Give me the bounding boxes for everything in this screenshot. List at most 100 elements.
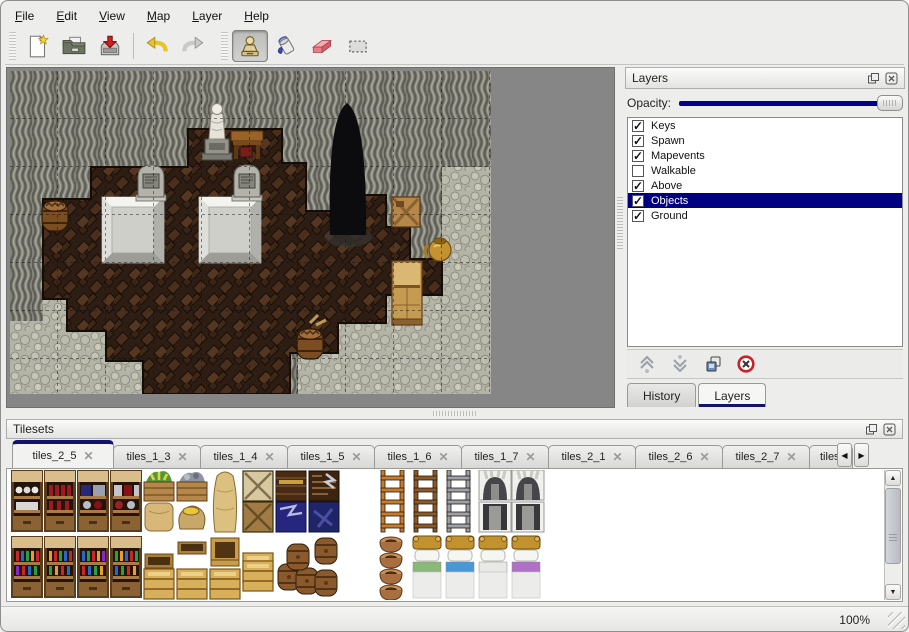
open-folder-icon	[61, 33, 87, 59]
tab-close-icon[interactable]: ✕	[612, 450, 622, 464]
save-file-button[interactable]	[92, 30, 128, 62]
map-canvas[interactable]	[10, 71, 491, 394]
layer-row-above[interactable]: ✓ Above	[628, 178, 902, 193]
move-layer-up-button[interactable]	[635, 352, 659, 376]
zoom-level: 100%	[839, 613, 870, 627]
new-file-button[interactable]	[20, 30, 56, 62]
move-layer-down-button[interactable]	[668, 352, 692, 376]
layer-actions	[627, 349, 903, 379]
tab-close-icon[interactable]: ✕	[525, 450, 535, 464]
float-panel-button[interactable]	[864, 422, 878, 436]
tilesets-panel: Tilesets tiles_2_5✕ tiles_1_3✕ tiles_1_4…	[6, 419, 903, 605]
tileset-tab-tiles_2_1[interactable]: tiles_2_1✕	[548, 445, 636, 469]
toolbar-grip[interactable]	[221, 32, 228, 60]
menu-layer[interactable]: Layer	[192, 9, 222, 23]
close-panel-button[interactable]	[884, 71, 898, 85]
tab-layers[interactable]: Layers	[698, 383, 766, 407]
chevron-down-icon	[670, 354, 690, 374]
open-file-button[interactable]	[56, 30, 92, 62]
tab-close-icon[interactable]: ✕	[351, 450, 361, 464]
scroll-up-button[interactable]: ▲	[885, 470, 901, 486]
layer-name: Keys	[651, 120, 675, 132]
tab-close-icon[interactable]: ✕	[699, 450, 709, 464]
opacity-slider-track[interactable]	[679, 101, 899, 106]
layer-checkbox[interactable]: ✓	[632, 210, 644, 222]
toolbar-grip[interactable]	[9, 32, 16, 60]
map-viewport[interactable]	[6, 67, 615, 408]
menu-edit[interactable]: Edit	[56, 9, 77, 23]
horizontal-splitter[interactable]	[5, 409, 904, 418]
layer-row-spawn[interactable]: ✓ Spawn	[628, 133, 902, 148]
layers-panel-titlebar[interactable]: Layers	[625, 67, 905, 89]
layer-checkbox[interactable]	[632, 165, 644, 177]
layers-panel: Layers Opacity: ✓ Keys	[625, 67, 905, 409]
menu-help[interactable]: Help	[244, 9, 269, 23]
layer-name: Mapevents	[651, 150, 705, 162]
chevron-up-icon	[637, 354, 657, 374]
menu-map[interactable]: Map	[147, 9, 170, 23]
menu-view[interactable]: View	[99, 9, 125, 23]
layer-list[interactable]: ✓ Keys ✓ Spawn ✓ Mapevents Walkable ✓ Ab…	[627, 117, 903, 347]
float-icon	[867, 72, 880, 85]
opacity-slider-handle[interactable]	[877, 95, 903, 111]
layer-checkbox[interactable]: ✓	[632, 135, 644, 147]
layer-row-mapevents[interactable]: ✓ Mapevents	[628, 148, 902, 163]
tab-close-icon[interactable]: ✕	[786, 450, 796, 464]
duplicate-layer-button[interactable]	[701, 352, 725, 376]
tileset-tab-tiles_1_7[interactable]: tiles_1_7✕	[461, 445, 549, 469]
tileset-tab-tiles_1_3[interactable]: tiles_1_3✕	[113, 445, 201, 469]
vertical-splitter[interactable]	[616, 67, 624, 408]
tileset-tiles[interactable]	[11, 470, 545, 600]
tileset-tab-tiles_2_6[interactable]: tiles_2_6✕	[635, 445, 723, 469]
tab-history[interactable]: History	[627, 383, 696, 407]
tileset-tab-tiles_1_5[interactable]: tiles_1_5✕	[287, 445, 375, 469]
fill-tool-button[interactable]	[268, 30, 304, 62]
layer-name: Walkable	[651, 165, 696, 177]
layer-checkbox[interactable]: ✓	[632, 195, 644, 207]
layer-checkbox[interactable]: ✓	[632, 120, 644, 132]
duplicate-icon	[703, 354, 723, 374]
tilesets-panel-titlebar[interactable]: Tilesets	[6, 419, 903, 439]
float-icon	[865, 423, 878, 436]
new-file-icon	[25, 33, 51, 59]
tileset-tab-tiles_2_7[interactable]: tiles_2_7✕	[722, 445, 810, 469]
select-rect-tool-button[interactable]	[340, 30, 376, 62]
tab-close-icon[interactable]: ✕	[438, 450, 448, 464]
redo-icon	[180, 33, 206, 59]
tileset-tab-tiles_2_5[interactable]: tiles_2_5✕	[12, 440, 114, 469]
save-icon	[97, 33, 123, 59]
redo-button[interactable]	[175, 30, 211, 62]
close-panel-button[interactable]	[882, 422, 896, 436]
layer-checkbox[interactable]: ✓	[632, 150, 644, 162]
splitter-grip[interactable]	[617, 197, 623, 249]
undo-button[interactable]	[139, 30, 175, 62]
layer-row-keys[interactable]: ✓ Keys	[628, 118, 902, 133]
tileset-grid[interactable]: ▲ ▼	[6, 468, 903, 602]
stamp-tool-button[interactable]	[232, 30, 268, 62]
layer-row-walkable[interactable]: Walkable	[628, 163, 902, 178]
scroll-tabs-left-button[interactable]: ◀	[837, 443, 852, 467]
layer-row-ground[interactable]: ✓ Ground	[628, 208, 902, 223]
tileset-tab-tiles_1_6[interactable]: tiles_1_6✕	[374, 445, 462, 469]
tileset-tab-tiles_1_4[interactable]: tiles_1_4✕	[200, 445, 288, 469]
tab-close-icon[interactable]: ✕	[264, 450, 274, 464]
delete-layer-button[interactable]	[734, 352, 758, 376]
menu-file[interactable]: File	[15, 9, 34, 23]
close-icon	[883, 423, 896, 436]
close-icon	[885, 72, 898, 85]
splitter-grip[interactable]	[433, 411, 477, 416]
resize-grip[interactable]	[888, 612, 905, 629]
float-panel-button[interactable]	[866, 71, 880, 85]
scrollbar-thumb[interactable]	[885, 488, 901, 564]
layer-row-objects[interactable]: ✓ Objects	[628, 193, 902, 208]
scroll-tabs-right-button[interactable]: ▶	[854, 443, 869, 467]
fill-bucket-icon	[273, 33, 299, 59]
opacity-slider[interactable]	[679, 94, 903, 112]
toolbar	[5, 28, 904, 65]
eraser-tool-button[interactable]	[304, 30, 340, 62]
tab-close-icon[interactable]: ✕	[83, 449, 93, 463]
scroll-down-button[interactable]: ▼	[885, 584, 901, 600]
tab-close-icon[interactable]: ✕	[177, 450, 187, 464]
layer-checkbox[interactable]: ✓	[632, 180, 644, 192]
tileset-scrollbar[interactable]: ▲ ▼	[884, 470, 901, 600]
